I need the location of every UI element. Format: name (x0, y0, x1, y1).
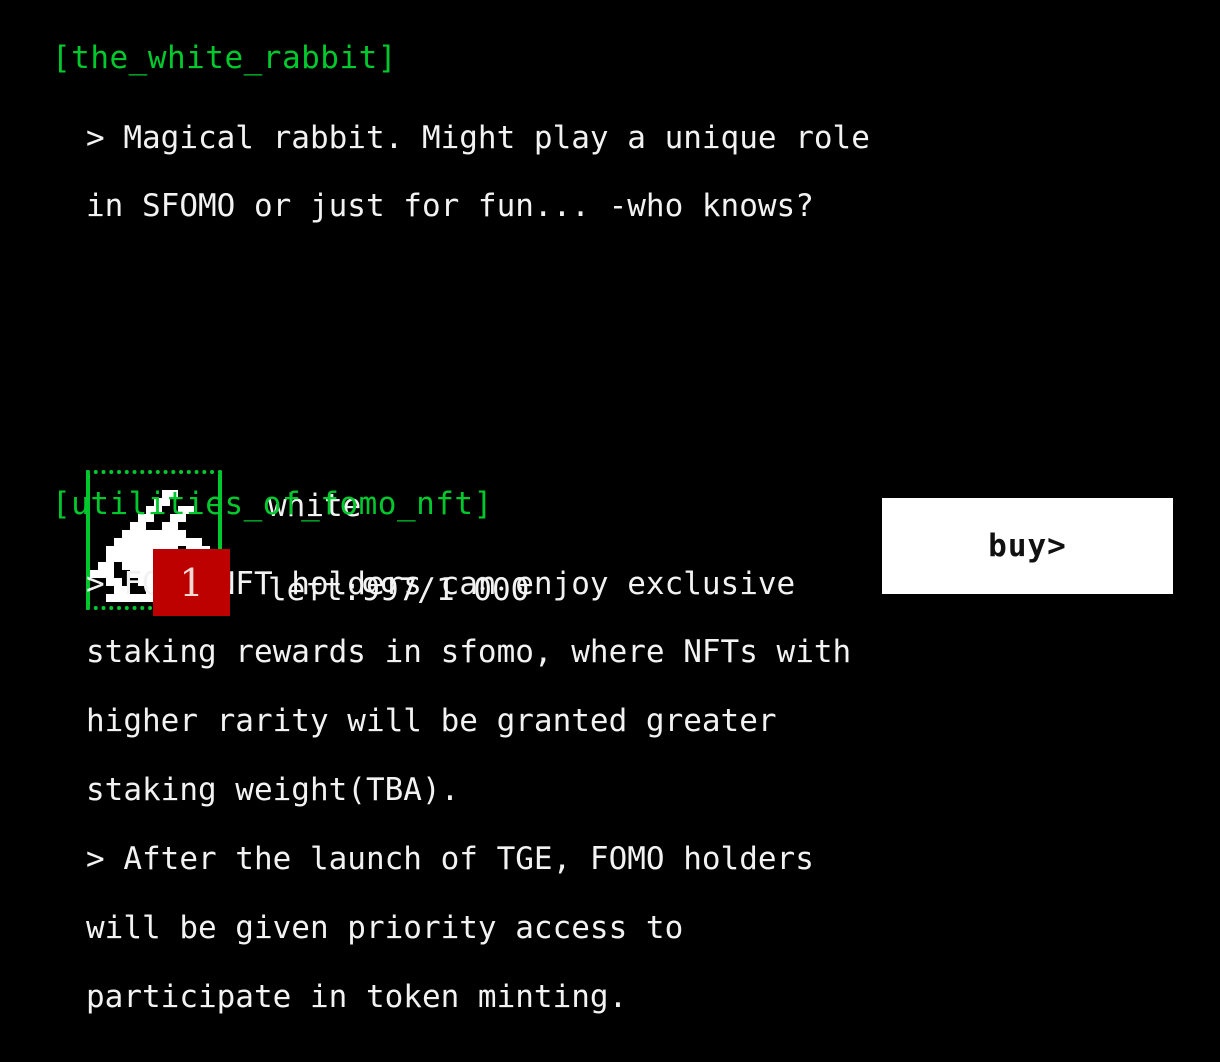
nft-item-row: 1 white left:997/1 000 buy> (0, 232, 1220, 616)
section-header-utilities: [utilities_of_fomo_nft] (52, 486, 493, 522)
utilities-line-2: staking rewards in sfomo, where NFTs wit… (86, 634, 852, 670)
nft-collection-page: [the_white_rabbit] > Magical rabbit. Mig… (0, 0, 1220, 1062)
section-header-white-rabbit: [the_white_rabbit] (52, 40, 397, 76)
white-rabbit-description-line-2: in SFOMO or just for fun... -who knows? (86, 188, 814, 224)
utilities-line-3: higher rarity will be granted greater (86, 703, 777, 739)
rarity-badge: 1 (153, 549, 230, 616)
white-rabbit-description-line-1: > Magical rabbit. Might play a unique ro… (86, 120, 870, 156)
buy-button[interactable]: buy> (882, 498, 1173, 594)
utilities-line-7: participate in token minting. (86, 979, 628, 1015)
utilities-line-5: > After the launch of TGE, FOMO holders (86, 841, 814, 877)
utilities-line-4: staking weight(TBA). (86, 772, 460, 808)
utilities-line-6: will be given priority access to (86, 910, 684, 946)
